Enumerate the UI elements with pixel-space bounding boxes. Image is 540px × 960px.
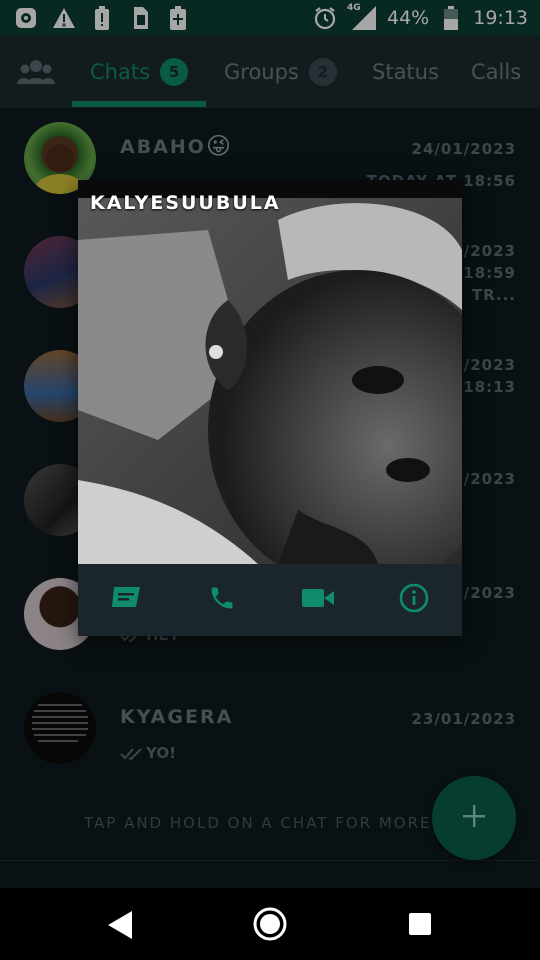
- info-icon: [399, 583, 429, 617]
- battery-alert-icon: [90, 6, 114, 30]
- tab-groups-badge: 2: [308, 58, 337, 86]
- battery-percent: 44%: [387, 7, 430, 29]
- clock: 19:13: [473, 7, 528, 29]
- chat-date: /2023: [463, 584, 516, 602]
- alarm-icon: [313, 6, 337, 30]
- tab-chats-label: Chats: [90, 60, 151, 84]
- plus-icon: [461, 803, 487, 833]
- tab-chats-badge: 5: [160, 58, 189, 86]
- chat-date: 24/01/2023: [411, 140, 516, 158]
- popup-actions: [78, 564, 462, 636]
- warning-icon: [52, 6, 76, 30]
- chat-date: /2023: [463, 356, 516, 374]
- tab-groups-label: Groups: [224, 60, 299, 84]
- battery-icon: [439, 6, 463, 30]
- profile-photo[interactable]: KALYESUUBULA: [78, 180, 462, 564]
- tab-calls-label: Calls: [471, 60, 522, 84]
- active-tab-indicator: [72, 101, 206, 107]
- battery-charging-icon: [166, 6, 190, 30]
- sim-icon: [128, 6, 152, 30]
- chat-date: /2023: [463, 242, 516, 260]
- phone-icon: [208, 584, 236, 616]
- chat-name: KYAGERA: [120, 706, 234, 728]
- app-notification-icon: [14, 6, 38, 30]
- info-button[interactable]: [390, 576, 438, 624]
- voice-call-button[interactable]: [198, 576, 246, 624]
- network-type-label: 4G: [347, 3, 361, 13]
- chat-last-message: YO!: [146, 744, 176, 762]
- profile-popup: KALYESUUBULA: [78, 180, 462, 636]
- status-bar: 4G 44% 19:13: [0, 0, 540, 36]
- tab-status-label: Status: [372, 60, 439, 84]
- message-button[interactable]: [102, 576, 150, 624]
- video-call-button[interactable]: [294, 576, 342, 624]
- app-bar: Chats 5 Groups 2 Status Calls: [0, 36, 540, 108]
- tab-status[interactable]: Status: [372, 36, 439, 108]
- chat-date: /2023: [463, 470, 516, 488]
- tab-calls[interactable]: Calls: [471, 36, 521, 108]
- double-check-icon: [120, 746, 144, 765]
- chat-date: 23/01/2023: [411, 710, 516, 728]
- back-icon[interactable]: [106, 910, 134, 944]
- chat-name: ABAHO: [120, 136, 206, 158]
- chat-preview: TR...: [471, 286, 516, 304]
- tab-chats[interactable]: Chats 5: [90, 36, 189, 108]
- community-icon[interactable]: [16, 56, 56, 88]
- message-icon: [110, 585, 142, 615]
- home-icon[interactable]: [252, 906, 288, 946]
- avatar[interactable]: [24, 692, 96, 764]
- chat-emoji: 😜: [206, 132, 232, 160]
- contact-name: KALYESUUBULA: [90, 192, 281, 214]
- tab-groups[interactable]: Groups 2: [224, 36, 337, 108]
- system-nav-bar: [0, 888, 540, 960]
- new-chat-button[interactable]: [432, 776, 516, 860]
- signal-4g-icon: 4G: [347, 3, 377, 30]
- list-divider: [0, 860, 540, 861]
- video-icon: [302, 587, 334, 613]
- recents-icon[interactable]: [408, 912, 432, 940]
